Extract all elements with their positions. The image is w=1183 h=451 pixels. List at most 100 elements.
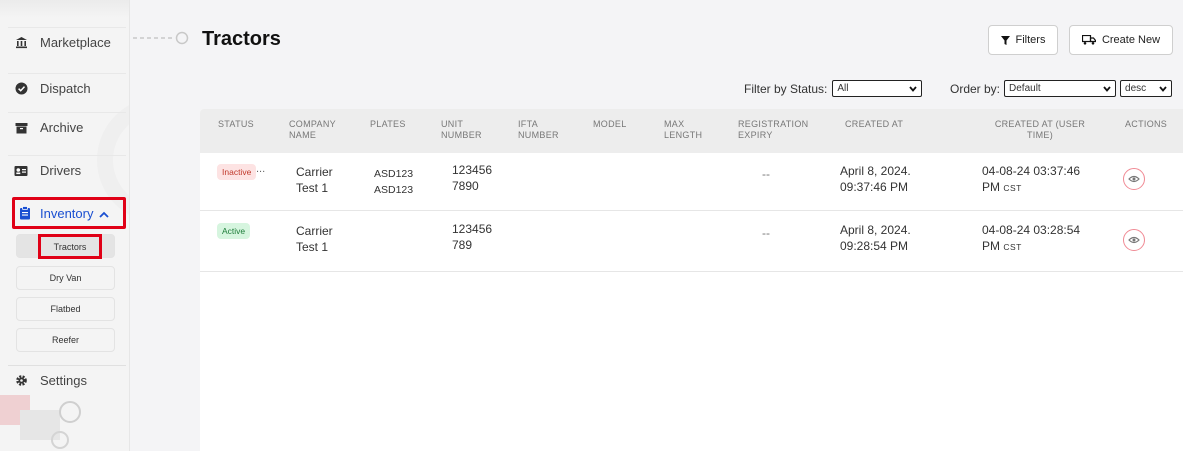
- table-row: Inactive ... Carrier Test 1 ASD123 ASD12…: [200, 153, 1183, 211]
- company-name-line: Carrier: [296, 224, 333, 238]
- chevron-down-icon: [1103, 84, 1111, 94]
- eye-icon: [1128, 175, 1140, 183]
- filter-icon: [1000, 35, 1010, 45]
- sidebar-subitem-label: Flatbed: [50, 304, 81, 314]
- th-created-at-user-time: CREATED AT (USER TIME): [994, 119, 1086, 140]
- company-name-line: Carrier: [296, 165, 333, 179]
- th-registration-expiry: REGISTRATION EXPIRY: [738, 119, 809, 140]
- created-at: April 8, 2024. 09:37:46 PM: [840, 163, 911, 195]
- unit-number-line: 7890: [452, 179, 479, 193]
- id-card-icon: [14, 164, 28, 178]
- status-filter-label: Filter by Status:: [744, 81, 828, 96]
- sidebar-item-label: Marketplace: [40, 35, 111, 50]
- plate-value: ASD123: [374, 168, 414, 180]
- sidebar: Marketplace Dispatch Archive Drivers Inv…: [0, 0, 130, 451]
- sidebar-item-marketplace[interactable]: Marketplace: [8, 27, 126, 57]
- created-at-line: 09:28:54 PM: [840, 239, 909, 253]
- unit-number: 123456 7890: [452, 162, 492, 194]
- sidebar-item-inventory[interactable]: Inventory: [12, 197, 126, 229]
- th-created-at: CREATED AT: [845, 119, 904, 129]
- created-at-line: April 8, 2024.: [840, 223, 911, 237]
- created-at-line: 09:37:46 PM: [840, 180, 909, 194]
- sidebar-item-settings[interactable]: Settings: [8, 365, 126, 395]
- sidebar-subitem-label: Dry Van: [49, 273, 82, 283]
- unit-number-line: 789: [452, 238, 473, 252]
- timezone: CST: [1003, 183, 1022, 193]
- bank-icon: [14, 36, 28, 50]
- sidebar-subitem-flatbed[interactable]: Flatbed: [16, 297, 115, 321]
- timezone: CST: [1003, 242, 1022, 252]
- unit-number-line: 123456: [452, 222, 493, 236]
- status-filter: Filter by Status: All: [744, 80, 923, 97]
- created-at-user-time: 04-08-24 03:37:46 PM CST: [982, 163, 1080, 196]
- filters-button[interactable]: Filters: [988, 25, 1058, 55]
- table-header: STATUS COMPANY NAME PLATES UNIT NUMBER I…: [200, 109, 1183, 153]
- status-badge: Inactive: [217, 164, 257, 180]
- create-new-button[interactable]: Create New: [1069, 25, 1173, 55]
- th-status: STATUS: [218, 119, 254, 129]
- sidebar-item-label: Drivers: [40, 163, 82, 178]
- created-at: April 8, 2024. 09:28:54 PM: [840, 222, 911, 254]
- order-select[interactable]: Default: [1004, 80, 1117, 97]
- company-name: Carrier Test 1: [296, 223, 333, 255]
- archive-icon: [14, 121, 28, 135]
- sidebar-topbar: [0, 0, 129, 18]
- status-select[interactable]: All: [832, 80, 923, 97]
- user-time-line: 04-08-24 03:28:54: [982, 223, 1081, 237]
- title-decoration: [133, 31, 189, 45]
- sidebar-item-drivers[interactable]: Drivers: [8, 155, 126, 185]
- user-time-line: PM: [982, 239, 1000, 253]
- registration-expiry: --: [762, 167, 770, 181]
- sidebar-item-label: Archive: [40, 120, 84, 135]
- th-company-name: COMPANY NAME: [289, 119, 336, 140]
- order-filter-label: Order by:: [950, 81, 1001, 96]
- direction-select[interactable]: desc: [1120, 80, 1173, 97]
- status-overflow: ...: [256, 163, 266, 175]
- sidebar-subitem-reefer[interactable]: Reefer: [16, 328, 115, 352]
- sidebar-subitem-dry-van[interactable]: Dry Van: [16, 266, 115, 290]
- company-name: Carrier Test 1: [296, 164, 333, 196]
- chevron-down-icon: [909, 84, 918, 94]
- view-button[interactable]: [1123, 168, 1145, 190]
- create-new-label: Create New: [1101, 34, 1161, 46]
- th-max-length: MAX LENGTH: [664, 119, 703, 140]
- created-at-user-time: 04-08-24 03:28:54 PM CST: [982, 222, 1080, 255]
- chevron-up-icon: [99, 206, 110, 221]
- unit-number: 123456 789: [452, 221, 492, 253]
- registration-expiry: --: [762, 226, 770, 240]
- sidebar-item-label: Dispatch: [40, 81, 91, 96]
- th-plates: PLATES: [370, 119, 406, 129]
- th-ifta-number: IFTA NUMBER: [518, 119, 559, 140]
- sidebar-item-archive[interactable]: Archive: [8, 112, 126, 142]
- th-model: MODEL: [593, 119, 627, 129]
- sidebar-subitem-label: Reefer: [51, 335, 79, 345]
- user-time-line: 04-08-24 03:37:46: [982, 164, 1081, 178]
- sidebar-item-label: Inventory: [40, 205, 94, 221]
- truck-icon: [1081, 35, 1096, 45]
- plate-value: ASD123: [374, 184, 414, 196]
- plates: ASD123 ASD123: [374, 166, 413, 198]
- status-select-value: All: [837, 83, 849, 94]
- unit-number-line: 123456: [452, 163, 493, 177]
- gear-icon: [14, 374, 28, 388]
- circle-check-icon: [14, 82, 28, 96]
- table-row: Active Carrier Test 1 123456 789 -- Apri…: [200, 212, 1183, 272]
- status-badge: Active: [217, 223, 251, 239]
- company-name-line: Test 1: [296, 181, 329, 195]
- direction-select-value: desc: [1125, 83, 1147, 94]
- sidebar-subitem-tractors[interactable]: Tractors: [38, 234, 102, 259]
- clipboard-icon: [18, 206, 32, 220]
- th-actions: ACTIONS: [1125, 119, 1168, 129]
- eye-icon: [1128, 236, 1140, 244]
- company-name-line: Test 1: [296, 240, 329, 254]
- sidebar-item-dispatch[interactable]: Dispatch: [8, 73, 126, 103]
- view-button[interactable]: [1123, 229, 1145, 251]
- order-filter: Order by: Default desc: [950, 80, 1173, 97]
- order-select-value: Default: [1009, 83, 1041, 94]
- user-time-line: PM: [982, 180, 1000, 194]
- page-title: Tractors: [202, 28, 281, 50]
- sidebar-subitem-label: Tractors: [53, 241, 87, 252]
- tractors-table: STATUS COMPANY NAME PLATES UNIT NUMBER I…: [200, 109, 1183, 451]
- chevron-down-icon: [1159, 84, 1167, 94]
- sidebar-item-label: Settings: [40, 373, 87, 388]
